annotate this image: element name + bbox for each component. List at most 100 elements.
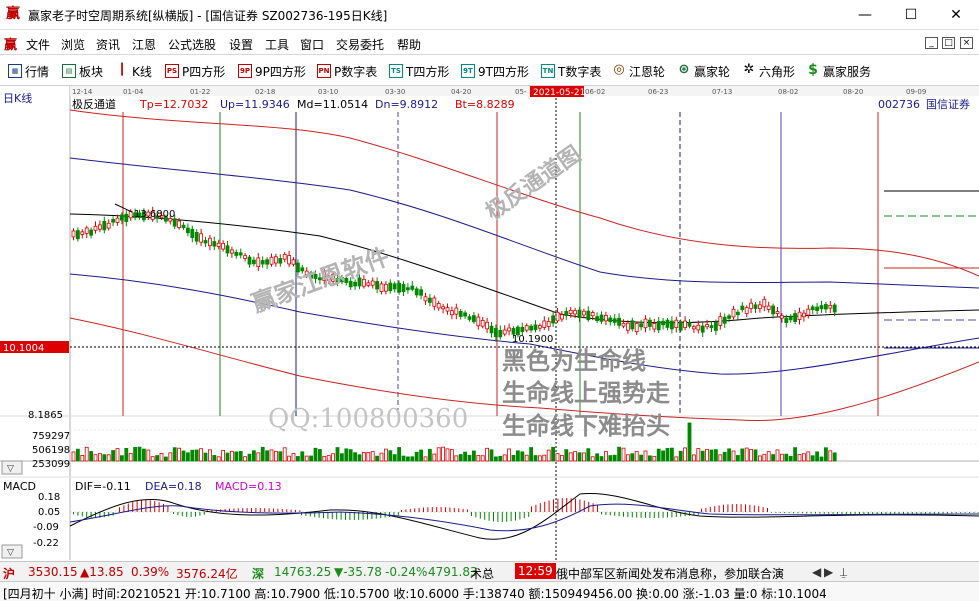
toolbar-gann-wheel-button[interactable]: ◎ 江恩轮	[612, 62, 665, 80]
news-ticker[interactable]: 俄中部军区新闻处发布消息称，参加联合演	[556, 565, 784, 582]
sh-pct: 0.39%	[131, 565, 170, 579]
candle-body	[678, 321, 683, 331]
volume-bar	[511, 454, 516, 462]
tech-label: 术总	[470, 567, 495, 581]
candle-body	[449, 310, 454, 316]
mdi-minimize-button[interactable]: _	[925, 37, 938, 49]
candle-body	[476, 316, 481, 327]
toolbar-p-square-button[interactable]: PS P四方形	[165, 62, 225, 80]
volume-bar	[295, 456, 300, 462]
volume-bar	[824, 447, 828, 462]
candle-body	[458, 310, 463, 317]
candle-body	[300, 267, 305, 272]
candle-body	[392, 283, 397, 290]
mdi-restore-button[interactable]: □	[942, 37, 955, 49]
toolbar-9t-square-button[interactable]: 9T 9T四方形	[461, 62, 529, 80]
toolbar-t-number-table-button[interactable]: TN T数字表	[541, 62, 601, 80]
candle-body	[98, 224, 102, 230]
toolbar-quotes-button[interactable]: ▦ 行情	[8, 62, 49, 80]
candle-body	[700, 325, 705, 333]
menu-gann[interactable]: 江恩	[132, 36, 156, 53]
candle-body	[630, 320, 635, 330]
candle-body	[313, 273, 318, 279]
volume-bar	[815, 451, 819, 462]
sz-index-icon[interactable]: 深	[252, 565, 264, 582]
chevron-down-icon[interactable]: ▽	[7, 548, 14, 558]
candle-body	[317, 277, 322, 281]
menu-trade[interactable]: 交易委托	[336, 36, 384, 53]
candle-body	[626, 322, 630, 331]
scroll-right-icon[interactable]: ▶	[824, 565, 833, 579]
candle-body	[714, 321, 718, 331]
stock-name: 国信证券	[926, 97, 970, 111]
candle-body	[665, 319, 670, 328]
candle-body	[780, 315, 784, 319]
indicator-name: 极反通道	[72, 97, 116, 111]
candle-body	[744, 307, 749, 314]
candle-body	[498, 329, 503, 338]
volume-bar	[177, 447, 182, 462]
toolbar-t-square-button[interactable]: TS T四方形	[389, 62, 449, 80]
menu-tools[interactable]: 工具	[265, 36, 289, 53]
candle-body	[793, 313, 797, 322]
toolbar-winner-wheel-button[interactable]: ⊛ 赢家轮	[677, 62, 730, 80]
chevron-down-icon[interactable]: ▽	[7, 464, 14, 474]
candle-body	[718, 316, 723, 326]
volume-bar	[467, 454, 472, 462]
volume-bar	[150, 456, 155, 462]
date-tick: 09-09	[906, 88, 926, 96]
candle-body	[238, 252, 243, 256]
volume-bar	[793, 447, 797, 462]
candle-body	[797, 311, 802, 320]
candle-body	[692, 326, 696, 330]
menu-browse[interactable]: 浏览	[61, 36, 85, 53]
volume-bar	[388, 450, 393, 462]
volume-bar	[291, 453, 296, 462]
volume-bar	[458, 454, 463, 462]
toolbar-service-button[interactable]: $ 赢家服务	[806, 62, 871, 80]
volume-bar	[480, 455, 485, 462]
volume-bar	[687, 422, 692, 462]
volume-bar	[744, 447, 749, 462]
volume-bar	[339, 453, 344, 462]
volume-bar	[370, 451, 375, 462]
chart-pane[interactable]: 12-14 01-04 01-22 02-18 03-10 03-30 04-2…	[0, 86, 979, 560]
hexagon-icon: ✲	[743, 62, 755, 77]
toolbar-p-number-table-button[interactable]: PN P数字表	[317, 62, 377, 80]
volume-tick: 253099	[32, 459, 70, 470]
menu-settings[interactable]: 设置	[229, 36, 253, 53]
kline-chart[interactable]: 12-14 01-04 01-22 02-18 03-10 03-30 04-2…	[0, 86, 979, 560]
volume-bar	[529, 447, 533, 462]
minimize-button[interactable]: —	[842, 0, 888, 30]
menu-file[interactable]: 文件	[26, 36, 50, 53]
menu-help[interactable]: 帮助	[397, 36, 421, 53]
toolbar-hexagon-button[interactable]: ✲ 六角形	[742, 62, 795, 80]
toolbar-board-button[interactable]: ▤ 板块	[62, 62, 103, 80]
macd-label: MACD	[3, 480, 36, 493]
close-button[interactable]: ✕	[933, 0, 979, 30]
candle-body	[643, 318, 648, 329]
maximize-button[interactable]: ☐	[888, 0, 934, 30]
candle-body	[405, 287, 410, 291]
volume-bar	[648, 455, 652, 462]
volume-bar	[212, 455, 217, 462]
volume-bar	[652, 455, 657, 462]
volume-bar	[375, 455, 380, 462]
candle-body	[493, 328, 498, 338]
life-line	[69, 213, 979, 324]
candle-body	[560, 314, 564, 320]
mdi-close-button[interactable]: ×	[960, 37, 973, 49]
volume-bar	[317, 449, 322, 462]
candle-body	[80, 231, 85, 235]
menu-info[interactable]: 资讯	[96, 36, 120, 53]
toolbar-9p-square-button[interactable]: 9P 9P四方形	[238, 62, 306, 80]
toolbar-kline-button[interactable]: ┃ K线	[115, 62, 152, 80]
candle-body	[419, 289, 424, 296]
sh-index-icon[interactable]: 沪	[3, 565, 15, 582]
candle-body	[265, 259, 270, 265]
candle-body	[802, 312, 806, 318]
menu-formula-select[interactable]: 公式选股	[168, 36, 216, 53]
scroll-left-icon[interactable]: ◀	[812, 565, 821, 579]
menu-window[interactable]: 窗口	[300, 36, 324, 53]
sz-pct: -0.24%	[385, 565, 428, 579]
